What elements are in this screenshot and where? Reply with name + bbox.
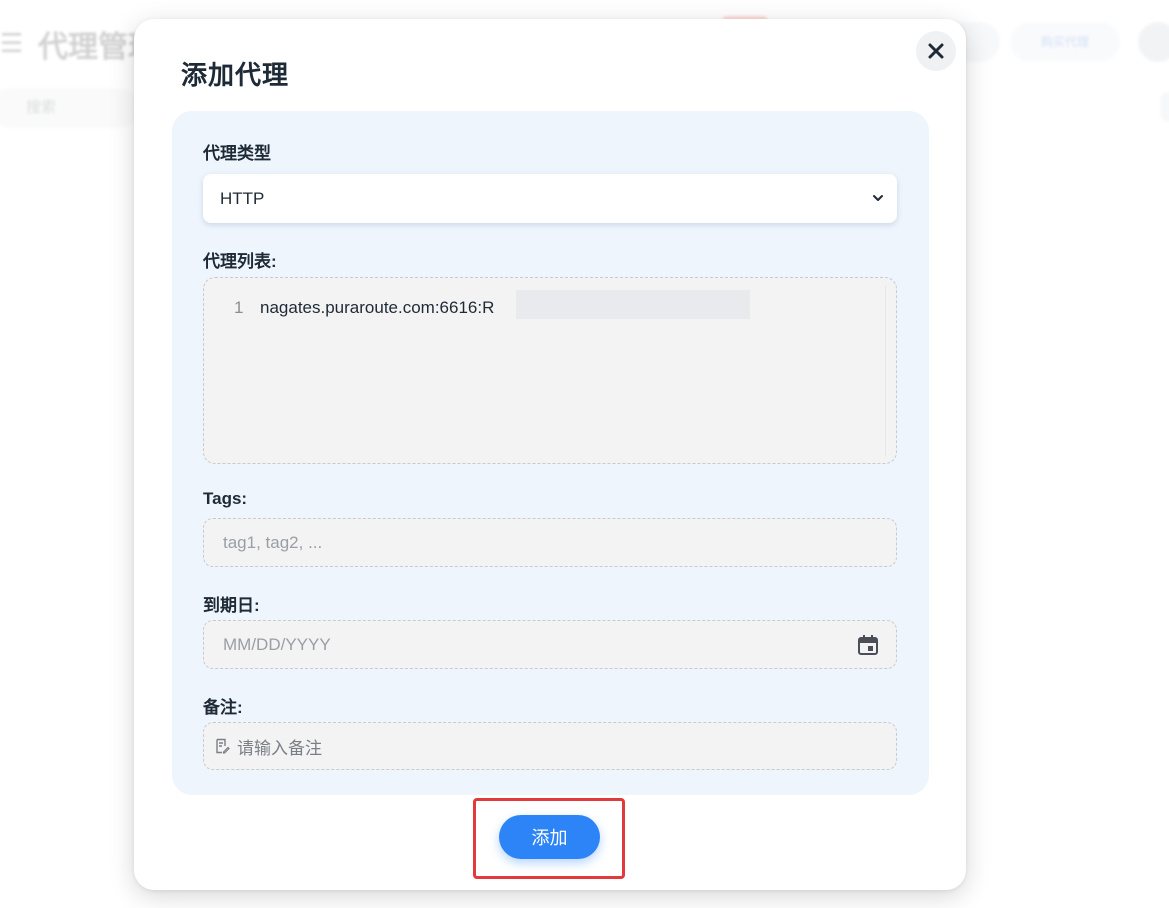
line-number: 1 bbox=[234, 298, 244, 317]
tags-label: Tags: bbox=[203, 489, 248, 508]
proxy-type-label: 代理类型 bbox=[203, 144, 271, 163]
expiry-date-input[interactable]: MM/DD/YYYY bbox=[203, 620, 897, 669]
close-button[interactable] bbox=[916, 31, 956, 71]
add-proxy-modal: 添加代理 代理类型 HTTP 代理列表: 1 nagates.puraroute… bbox=[134, 19, 966, 890]
proxy-type-select[interactable]: HTTP bbox=[203, 174, 897, 223]
background-side-control bbox=[1160, 92, 1169, 122]
close-icon bbox=[928, 43, 944, 59]
avatar bbox=[1138, 22, 1169, 62]
proxy-list-label: 代理列表: bbox=[203, 252, 277, 271]
notes-input[interactable]: 请输入备注 bbox=[203, 722, 897, 770]
tags-placeholder: tag1, tag2, ... bbox=[223, 532, 323, 552]
form-panel: 代理类型 HTTP 代理列表: 1 nagates.puraroute.com:… bbox=[172, 111, 929, 795]
modal-title: 添加代理 bbox=[181, 60, 290, 90]
notes-label: 备注: bbox=[203, 698, 243, 717]
proxy-list-editor[interactable]: 1 nagates.puraroute.com:6616:R bbox=[203, 277, 897, 464]
redacted-region bbox=[516, 290, 750, 319]
expiry-date-label: 到期日: bbox=[203, 596, 260, 615]
expiry-date-placeholder: MM/DD/YYYY bbox=[223, 634, 331, 654]
background-header-button: 购买代理 bbox=[1010, 22, 1120, 62]
add-button[interactable]: 添加 bbox=[499, 815, 600, 859]
chevron-down-icon bbox=[873, 195, 883, 201]
menu-icon: ☰ bbox=[0, 28, 24, 58]
note-icon bbox=[214, 738, 230, 754]
calendar-icon[interactable] bbox=[856, 633, 880, 657]
tags-input[interactable]: tag1, tag2, ... bbox=[203, 518, 897, 567]
proxy-type-value: HTTP bbox=[220, 188, 265, 208]
proxy-list-line: nagates.puraroute.com:6616:R bbox=[260, 298, 495, 317]
background-search: 搜索 bbox=[0, 88, 140, 128]
notes-placeholder: 请输入备注 bbox=[237, 738, 322, 758]
editor-scrollbar[interactable] bbox=[885, 286, 886, 456]
